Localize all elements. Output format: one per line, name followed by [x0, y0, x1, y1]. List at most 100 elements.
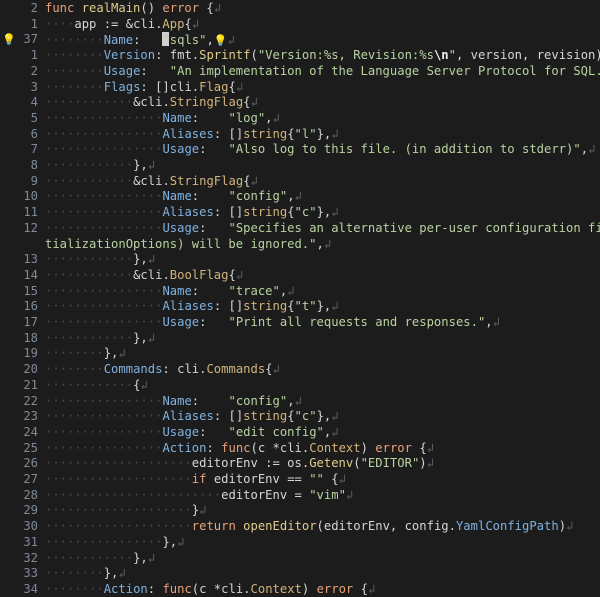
indent-guide: ····: [45, 581, 75, 596]
code-token: "c": [294, 409, 317, 424]
code-line[interactable]: 10 ················Name: "config",↲: [0, 189, 600, 205]
code-token: "Print all requests and responses.": [228, 315, 486, 329]
code-editor[interactable]: 2 func realMain() error {↲ 1 ····app := &cl…: [0, 0, 600, 597]
line-number: 30: [23, 519, 38, 534]
line-number: 9: [30, 173, 38, 188]
code-token: (c *: [191, 581, 222, 596]
code-token: Aliases: [162, 299, 214, 314]
indent-guide: ····: [162, 487, 192, 502]
indent-guide: ····: [74, 362, 104, 377]
indent-guide: ····: [103, 456, 134, 471]
code-line[interactable]: 14 ············&cli.BoolFlag{↲: [0, 268, 600, 284]
code-line[interactable]: 4 ············&cli.StringFlag{↲: [0, 95, 600, 111]
code-line[interactable]: 8 ············},↲: [0, 158, 600, 174]
indent-guide: ····: [74, 252, 104, 267]
indent-guide: ····: [45, 33, 75, 48]
code-line[interactable]: 25 ················Action: func(c *cli.Co…: [0, 441, 600, 457]
code-line[interactable]: 22 ················Name: "config",↲: [0, 394, 600, 410]
indent-guide: ····: [133, 283, 163, 298]
code-line[interactable]: 2 func realMain() error {↲: [0, 1, 600, 17]
code-line[interactable]: 1 ····app := &cli.App{↲: [0, 17, 600, 33]
code-line[interactable]: 27 ····················if editorEnv == ""…: [0, 472, 600, 488]
indent-guide: ····: [74, 487, 104, 502]
code-line[interactable]: 33 ········},↲: [0, 566, 600, 582]
code-line[interactable]: tializationOptions) will be ignored.",↲: [0, 237, 600, 253]
code-line[interactable]: 29 ····················}↲: [0, 503, 600, 519]
code-line[interactable]: 23 ················Aliases: []string{"c"}…: [0, 409, 600, 425]
indent-guide: ····: [45, 550, 75, 565]
code-token: Action: [162, 440, 207, 455]
indent-guide: ····: [103, 110, 134, 125]
indent-guide: ····: [45, 534, 75, 549]
newline-icon: ↲: [147, 252, 156, 267]
indent-guide: ····: [74, 33, 104, 48]
code-line[interactable]: 34 ········Action: func(c *cli.Context) e…: [0, 582, 600, 597]
code-line[interactable]: 7 ················Usage: "Also log to thi…: [0, 142, 600, 158]
code-token: string: [243, 409, 288, 424]
code-line[interactable]: 16 ················Aliases: []string{"t"}…: [0, 299, 600, 315]
indent-guide: ····: [74, 472, 104, 486]
code-token: },: [162, 534, 178, 549]
code-token: YamlConfigPath: [455, 519, 559, 534]
code-line[interactable]: 5 ················Name: "log",↲: [0, 111, 600, 127]
indent-guide: ····: [45, 63, 75, 78]
lightbulb-icon[interactable]: 💡: [214, 34, 228, 47]
code-line[interactable]: 6 ················Aliases: []string{"l"},…: [0, 127, 600, 143]
code-token: ,: [485, 315, 493, 329]
code-line[interactable]: 12 ················Usage: "Specifies an a…: [0, 221, 600, 237]
indent-guide: ····: [74, 330, 104, 345]
code-line[interactable]: 13 ············},↲: [0, 252, 600, 268]
code-line[interactable]: 26 ····················editorEnv := os.Ge…: [0, 456, 600, 472]
line-number: 5: [30, 110, 38, 125]
indent-guide: ····: [133, 299, 163, 314]
code-token: "": [309, 472, 324, 486]
code-token: string: [243, 126, 288, 141]
line-number: 28: [23, 487, 38, 502]
code-line[interactable]: 28 ························editorEnv = "v…: [0, 488, 600, 504]
newline-icon: ↲: [426, 456, 434, 471]
code-token: Usage: [162, 315, 200, 329]
indent-guide: ····: [103, 142, 134, 157]
code-token: cli: [133, 16, 156, 31]
indent-guide: ····: [133, 503, 163, 518]
code-token: :: [191, 189, 229, 204]
code-line[interactable]: 11 ················Aliases: []string{"c"}…: [0, 205, 600, 221]
code-line[interactable]: 31 ················},↲: [0, 535, 600, 551]
code-token: Name: [162, 283, 192, 298]
code-line[interactable]: 20 ········Commands: cli.Commands{↲: [0, 362, 600, 378]
code-line[interactable]: 19 ········},↲: [0, 346, 600, 362]
indent-guide: ····: [103, 534, 134, 549]
indent-guide: ····: [45, 330, 75, 345]
code-line[interactable]: 37 💡 ········Name: "sqls",💡↲: [0, 32, 600, 48]
code-line[interactable]: 1 ········Version: fmt.Sprintf("Version:%…: [0, 48, 600, 64]
indent-guide: ····: [45, 267, 75, 282]
line-number: 2: [30, 1, 38, 15]
line-number: 22: [23, 393, 38, 408]
line-number: 11: [23, 205, 38, 220]
code-line[interactable]: 24 ················Usage: "edit config",↲: [0, 425, 600, 441]
code-text: ········},↲: [45, 346, 126, 362]
code-line[interactable]: 2 ········Usage: "An implementation of th…: [0, 64, 600, 80]
code-token: ,: [206, 33, 214, 48]
code-line[interactable]: 9 ············&cli.StringFlag{↲: [0, 174, 600, 190]
lightbulb-icon[interactable]: 💡: [2, 32, 16, 48]
code-line[interactable]: 18 ············},↲: [0, 331, 600, 347]
indent-guide: ····: [103, 267, 134, 282]
indent-guide: ····: [74, 142, 104, 157]
indent-guide: ····: [103, 377, 134, 392]
code-token: "Also log to this file. (in addition to …: [228, 142, 581, 157]
code-line[interactable]: 21 ············{↲: [0, 378, 600, 394]
indent-guide: ····: [133, 424, 163, 439]
newline-icon: ↲: [367, 581, 376, 596]
code-line[interactable]: 15 ················Name: "trace",↲: [0, 284, 600, 300]
indent-guide: ····: [74, 79, 104, 94]
code-token: cli: [140, 95, 163, 110]
code-line[interactable]: 30 ····················return openEditor(…: [0, 519, 600, 535]
code-token: , version, revision),: [455, 48, 600, 63]
code-token: : []: [213, 299, 244, 314]
code-line[interactable]: 32 ············},↲: [0, 551, 600, 567]
newline-icon: ↲: [147, 550, 156, 565]
code-line[interactable]: 17 ················Usage: "Print all requ…: [0, 315, 600, 331]
newline-icon: ↲: [250, 173, 258, 188]
code-line[interactable]: 3 ········Flags: []cli.Flag{↲: [0, 80, 600, 96]
